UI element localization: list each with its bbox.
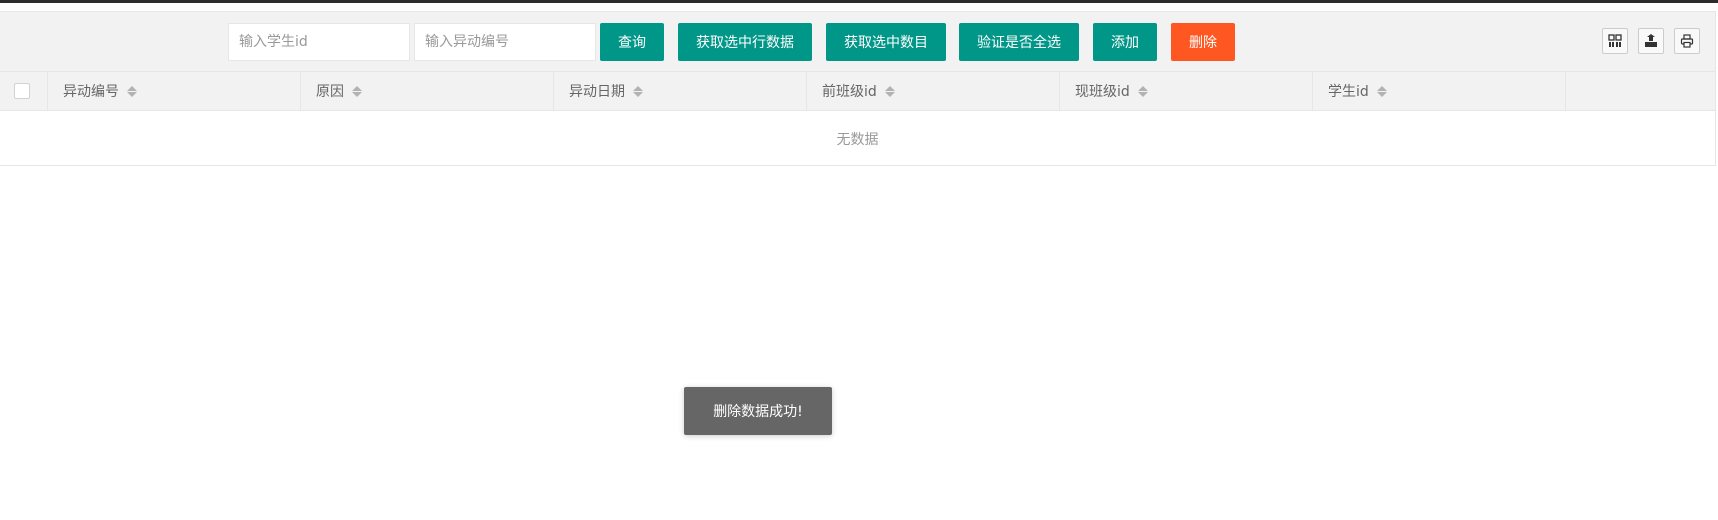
query-button[interactable]: 查询	[600, 23, 664, 61]
select-all-checkbox[interactable]	[14, 83, 30, 99]
column-header-operations	[1566, 72, 1716, 110]
column-header-label: 异动编号	[63, 84, 119, 100]
column-header-label: 前班级id	[822, 84, 877, 100]
column-header-label: 原因	[316, 84, 344, 100]
student-id-input[interactable]	[228, 23, 410, 61]
empty-state-text: 无数据	[836, 131, 879, 148]
data-table: 查询 获取选中行数据 获取选中数目 验证是否全选 添加 删除	[0, 11, 1716, 166]
sort-icon[interactable]	[1376, 85, 1387, 97]
column-header-label: 现班级id	[1075, 84, 1130, 100]
select-all-cell	[0, 72, 48, 110]
column-header-change-no[interactable]: 异动编号	[48, 72, 301, 110]
column-header-prev-class-id[interactable]: 前班级id	[807, 72, 1060, 110]
column-header-change-date[interactable]: 异动日期	[554, 72, 807, 110]
table-toolbar: 查询 获取选中行数据 获取选中数目 验证是否全选 添加 删除	[0, 12, 1715, 72]
add-button[interactable]: 添加	[1093, 23, 1157, 61]
print-icon[interactable]	[1674, 28, 1700, 54]
column-header-reason[interactable]: 原因	[301, 72, 554, 110]
top-border	[0, 0, 1718, 3]
sort-icon[interactable]	[127, 85, 137, 97]
column-header-label: 异动日期	[569, 84, 625, 100]
column-header-label: 学生id	[1328, 84, 1369, 100]
sort-icon[interactable]	[1137, 85, 1148, 97]
export-icon[interactable]	[1638, 28, 1664, 54]
column-header-student-id[interactable]: 学生id	[1313, 72, 1566, 110]
change-no-input[interactable]	[414, 23, 596, 61]
sort-icon[interactable]	[352, 85, 362, 97]
delete-button[interactable]: 删除	[1171, 23, 1235, 61]
get-selected-count-button[interactable]: 获取选中数目	[826, 23, 946, 61]
check-all-selected-button[interactable]: 验证是否全选	[959, 23, 1079, 61]
columns-icon[interactable]	[1602, 28, 1628, 54]
sort-icon[interactable]	[884, 85, 895, 97]
toast-message: 删除数据成功!	[684, 387, 832, 435]
column-header-curr-class-id[interactable]: 现班级id	[1060, 72, 1313, 110]
get-selected-rows-button[interactable]: 获取选中行数据	[678, 23, 812, 61]
sort-icon[interactable]	[633, 85, 643, 97]
table-header: 异动编号 原因 异动日期 前班级id 现班级id 学生id	[0, 72, 1716, 111]
